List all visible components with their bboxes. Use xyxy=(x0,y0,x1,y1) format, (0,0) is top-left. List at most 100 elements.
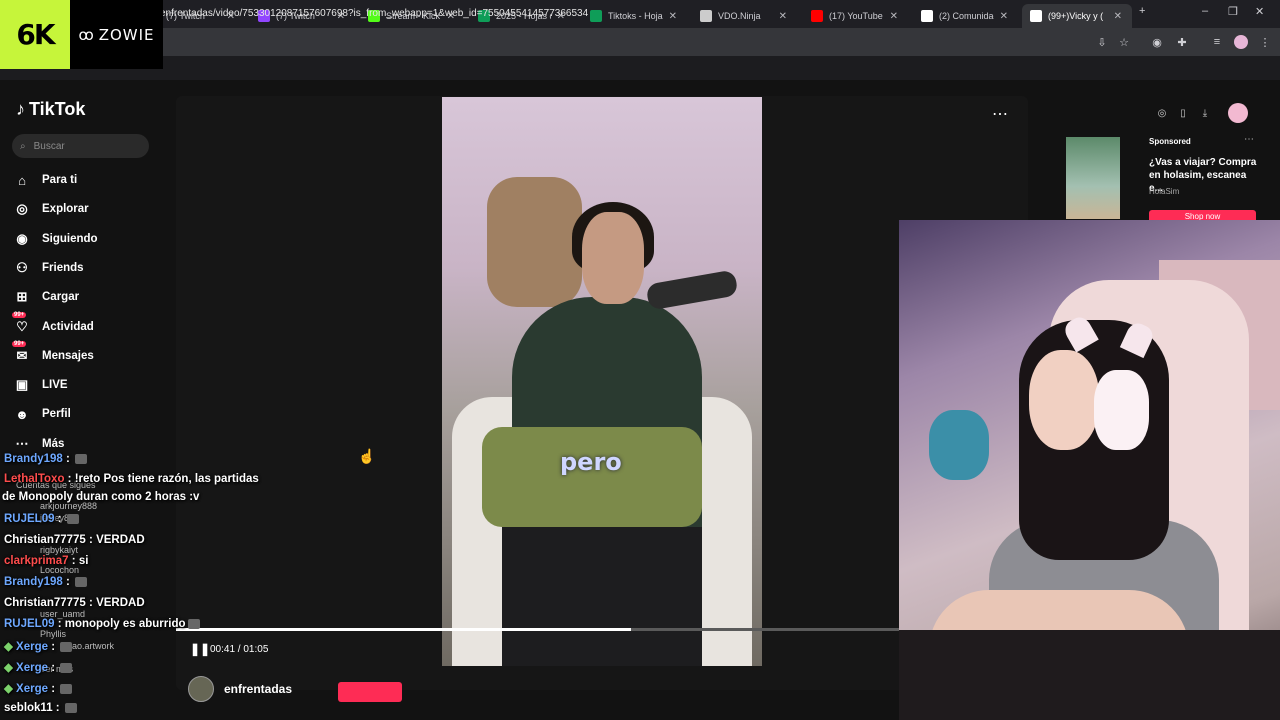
sidebar-item-label: Cargar xyxy=(42,291,80,304)
chat-username[interactable]: LethalToxo xyxy=(4,473,64,485)
chat-username[interactable]: seblok11 xyxy=(4,702,53,714)
mouse-cursor-icon: ☝ xyxy=(358,448,376,464)
search-icon: ⌕ xyxy=(20,140,26,152)
extension-icon[interactable]: ◉ xyxy=(1150,35,1164,49)
profile-icon: ☻ xyxy=(15,406,29,422)
chat-username[interactable]: Christian77775 xyxy=(4,534,86,546)
chat-separator: : xyxy=(48,662,59,674)
chat-text: de Monopoly duran como 2 horas :v xyxy=(2,491,200,503)
download-icon[interactable]: ⤓ xyxy=(1197,105,1213,121)
notification-badge: 99+ xyxy=(12,311,27,318)
chat-text: VERDAD xyxy=(96,597,145,609)
sidebar-item-actividad[interactable]: ♡ 99+ Actividad xyxy=(12,311,94,339)
search-input[interactable]: ⌕ Buscar xyxy=(12,134,149,158)
ad-thumbnail[interactable] xyxy=(1066,137,1120,219)
chat-emote-icon xyxy=(60,641,73,652)
video-microphone xyxy=(645,269,739,311)
app-icon[interactable]: ▯ xyxy=(1175,105,1191,121)
chat-message: ◆ Xerge : xyxy=(4,681,73,695)
user-avatar[interactable] xyxy=(1228,103,1248,123)
browser-tab[interactable]: VDO.Ninja ✕ xyxy=(692,4,797,28)
browser-tab[interactable]: (2) Comunidad El ✕ xyxy=(913,4,1018,28)
url-field[interactable]: enfrentadas/video/7533012087157607698?is… xyxy=(160,8,588,19)
chat-emote-icon xyxy=(60,662,73,673)
ad-options-icon[interactable]: ⋯ xyxy=(1244,134,1254,145)
close-tab-icon[interactable]: ✕ xyxy=(890,11,898,22)
search-placeholder: Buscar xyxy=(33,140,65,152)
address-bar xyxy=(0,28,1280,56)
chat-username[interactable]: Xerge xyxy=(16,683,48,695)
sheets-icon xyxy=(590,10,602,22)
puzzle-icon[interactable]: ✚ xyxy=(1175,35,1189,49)
chat-message: RUJEL09 : xyxy=(4,513,79,525)
minimize-button[interactable]: – xyxy=(1202,5,1208,17)
close-window-button[interactable]: ✕ xyxy=(1255,5,1264,18)
webcam-overlay xyxy=(899,220,1280,720)
chat-username[interactable]: Christian77775 xyxy=(4,597,86,609)
live-icon: ▣ xyxy=(15,377,29,393)
sponsor-logo-6k: 6K xyxy=(0,0,70,69)
webcam-face xyxy=(1029,350,1099,450)
maximize-button[interactable]: ❐ xyxy=(1228,5,1238,18)
profile-avatar[interactable] xyxy=(1234,35,1248,49)
chat-username[interactable]: Xerge xyxy=(16,641,48,653)
sidebar-item-para-ti[interactable]: ⌂ Para ti xyxy=(14,168,77,192)
browser-menu-icon[interactable]: ⋮ xyxy=(1258,35,1272,49)
tiktok-note-icon: ♪ xyxy=(16,99,25,119)
close-tab-icon[interactable]: ✕ xyxy=(669,11,677,22)
chat-emote-icon xyxy=(60,683,73,694)
install-app-icon[interactable]: ⇩ xyxy=(1095,35,1109,49)
video-player[interactable] xyxy=(442,97,762,666)
video-person-legs xyxy=(502,527,702,666)
chat-message: LethalToxo : !reto Pos tiene razón, las … xyxy=(4,473,259,485)
sidebar-item-label: Friends xyxy=(42,261,84,274)
browser-tab[interactable]: (17) YouTube ✕ xyxy=(803,4,908,28)
chat-separator: : xyxy=(85,597,97,609)
chat-message: ◆ Xerge : xyxy=(4,639,73,653)
sidebar-item-explorar[interactable]: ◎ Explorar xyxy=(14,197,89,221)
chat-text: !reto Pos tiene razón, las partidas xyxy=(74,473,259,485)
sidebar-item-friends[interactable]: ⚇ Friends xyxy=(14,256,84,280)
browser-tab[interactable]: Tiktoks - Hojas de ✕ xyxy=(582,4,687,28)
webcam-legs xyxy=(899,630,1280,720)
chat-separator: : xyxy=(48,641,59,653)
close-tab-icon[interactable]: ✕ xyxy=(1114,11,1122,22)
follow-button[interactable] xyxy=(338,682,402,702)
coins-icon[interactable]: ◎ xyxy=(1154,105,1170,121)
tiktok-logo[interactable]: ♪ TikTok xyxy=(16,99,85,120)
sidebar-item-label: Perfil xyxy=(42,408,71,421)
sidebar-item-label: Explorar xyxy=(42,203,89,216)
media-control-icon[interactable]: ≡ xyxy=(1210,35,1224,49)
chat-emote-icon xyxy=(187,618,200,629)
chat-username[interactable]: Xerge xyxy=(16,662,48,674)
sidebar-item-label: Actividad xyxy=(42,320,94,333)
chat-message: Christian77775 : VERDAD xyxy=(4,597,145,609)
chat-badge-icon: ◆ xyxy=(4,641,17,653)
chat-text: monopoly es aburrido xyxy=(64,618,186,630)
chat-separator: : xyxy=(54,513,65,525)
sidebar-item-cargar[interactable]: ⊞ Cargar xyxy=(14,285,80,309)
chat-username[interactable]: Brandy198 xyxy=(4,576,63,588)
webcam-headphones xyxy=(1094,370,1149,450)
chat-username[interactable]: RUJEL09 xyxy=(4,513,55,525)
close-tab-icon[interactable]: ✕ xyxy=(779,11,787,22)
more-options-icon[interactable]: ⋯ xyxy=(992,104,1009,124)
close-tab-icon[interactable]: ✕ xyxy=(1000,11,1008,22)
chat-separator: : xyxy=(68,555,79,567)
chat-username[interactable]: RUJEL09 xyxy=(4,618,55,630)
tab-label: (17) YouTube xyxy=(829,11,883,21)
sidebar-item-live[interactable]: ▣ LIVE xyxy=(14,373,68,397)
chat-username[interactable]: Brandy198 xyxy=(4,453,63,465)
new-tab-button[interactable]: + xyxy=(1139,5,1145,17)
sidebar-item-mensajes[interactable]: ✉ 99+ Mensajes xyxy=(12,340,94,368)
tab-label: Tiktoks - Hojas de xyxy=(608,11,663,21)
youtube-icon xyxy=(811,10,823,22)
ad-shop-button[interactable]: Shop now xyxy=(1149,210,1256,220)
ninja-icon xyxy=(700,10,712,22)
chat-badge-icon: ◆ xyxy=(4,662,17,674)
chat-username[interactable]: clarkprima7 xyxy=(4,555,69,567)
browser-tab[interactable]: (99+)Vicky y (✕ xyxy=(1022,4,1132,28)
sidebar-item-perfil[interactable]: ☻ Perfil xyxy=(14,402,71,426)
bookmark-star-icon[interactable]: ☆ xyxy=(1117,35,1131,49)
sidebar-item-siguiendo[interactable]: ◉ Siguiendo xyxy=(14,227,97,251)
